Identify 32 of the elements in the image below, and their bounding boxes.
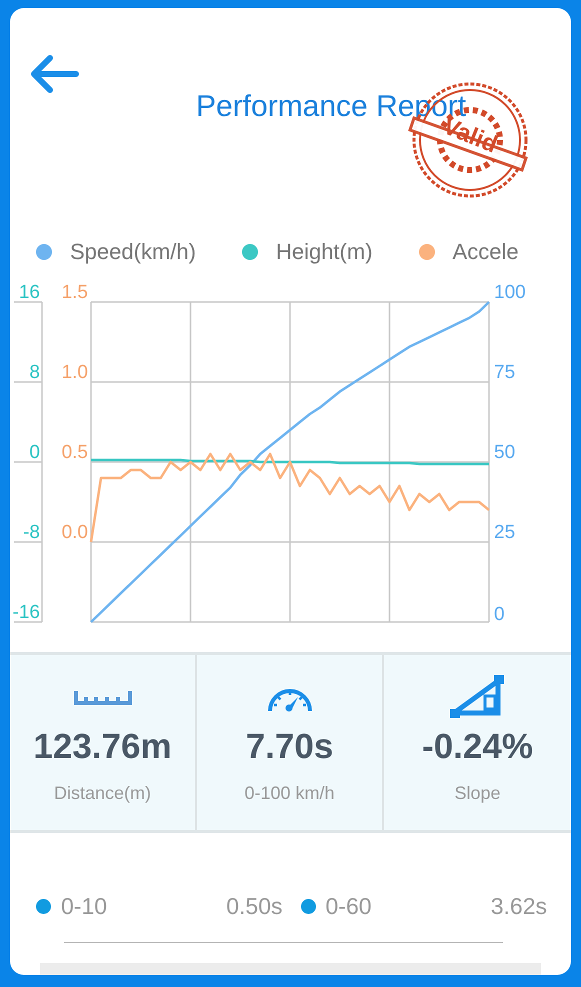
split-time: 0.50s <box>226 893 282 920</box>
axis-tick-label: -16 <box>12 602 40 623</box>
ruler-icon <box>74 689 132 705</box>
stat-value: -0.24% <box>422 727 533 767</box>
legend-label: Height(m) <box>276 239 373 265</box>
slope-icon <box>450 675 506 719</box>
axis-tick-label: 0 <box>29 442 40 463</box>
legend-label: Speed(km/h) <box>70 239 196 265</box>
split-time: 3.62s <box>490 893 547 920</box>
axis-tick-label: 1.5 <box>62 282 88 303</box>
axis-tick-label: 0 <box>494 604 505 625</box>
split-range: 0-10 <box>61 893 108 920</box>
bullet-icon <box>300 899 316 914</box>
back-button[interactable] <box>28 52 80 96</box>
axis-tick-label: 100 <box>494 282 526 303</box>
bullet-icon <box>36 899 51 914</box>
stat-label: Distance(m) <box>54 783 151 804</box>
axis-tick-label: -8 <box>23 522 40 543</box>
axis-tick-label: 50 <box>494 442 516 463</box>
stat-value: 7.70s <box>246 727 334 767</box>
axis-tick-label: 16 <box>18 282 40 303</box>
axis-tick-label: 25 <box>494 522 516 543</box>
stat-label: 0-100 km/h <box>244 783 335 804</box>
axis-tick-label: 1.0 <box>62 362 88 383</box>
stat-label: Slope <box>454 783 501 804</box>
axis-tick-label: 0.0 <box>62 522 88 543</box>
split-range: 0-60 <box>326 893 372 920</box>
axis-tick-label: 0.5 <box>62 442 88 463</box>
axis-tick-label: 8 <box>29 362 40 383</box>
axis-tick-label: 75 <box>494 362 516 383</box>
stat-value: 123.76m <box>33 727 172 767</box>
legend-label: Accele <box>452 239 519 265</box>
